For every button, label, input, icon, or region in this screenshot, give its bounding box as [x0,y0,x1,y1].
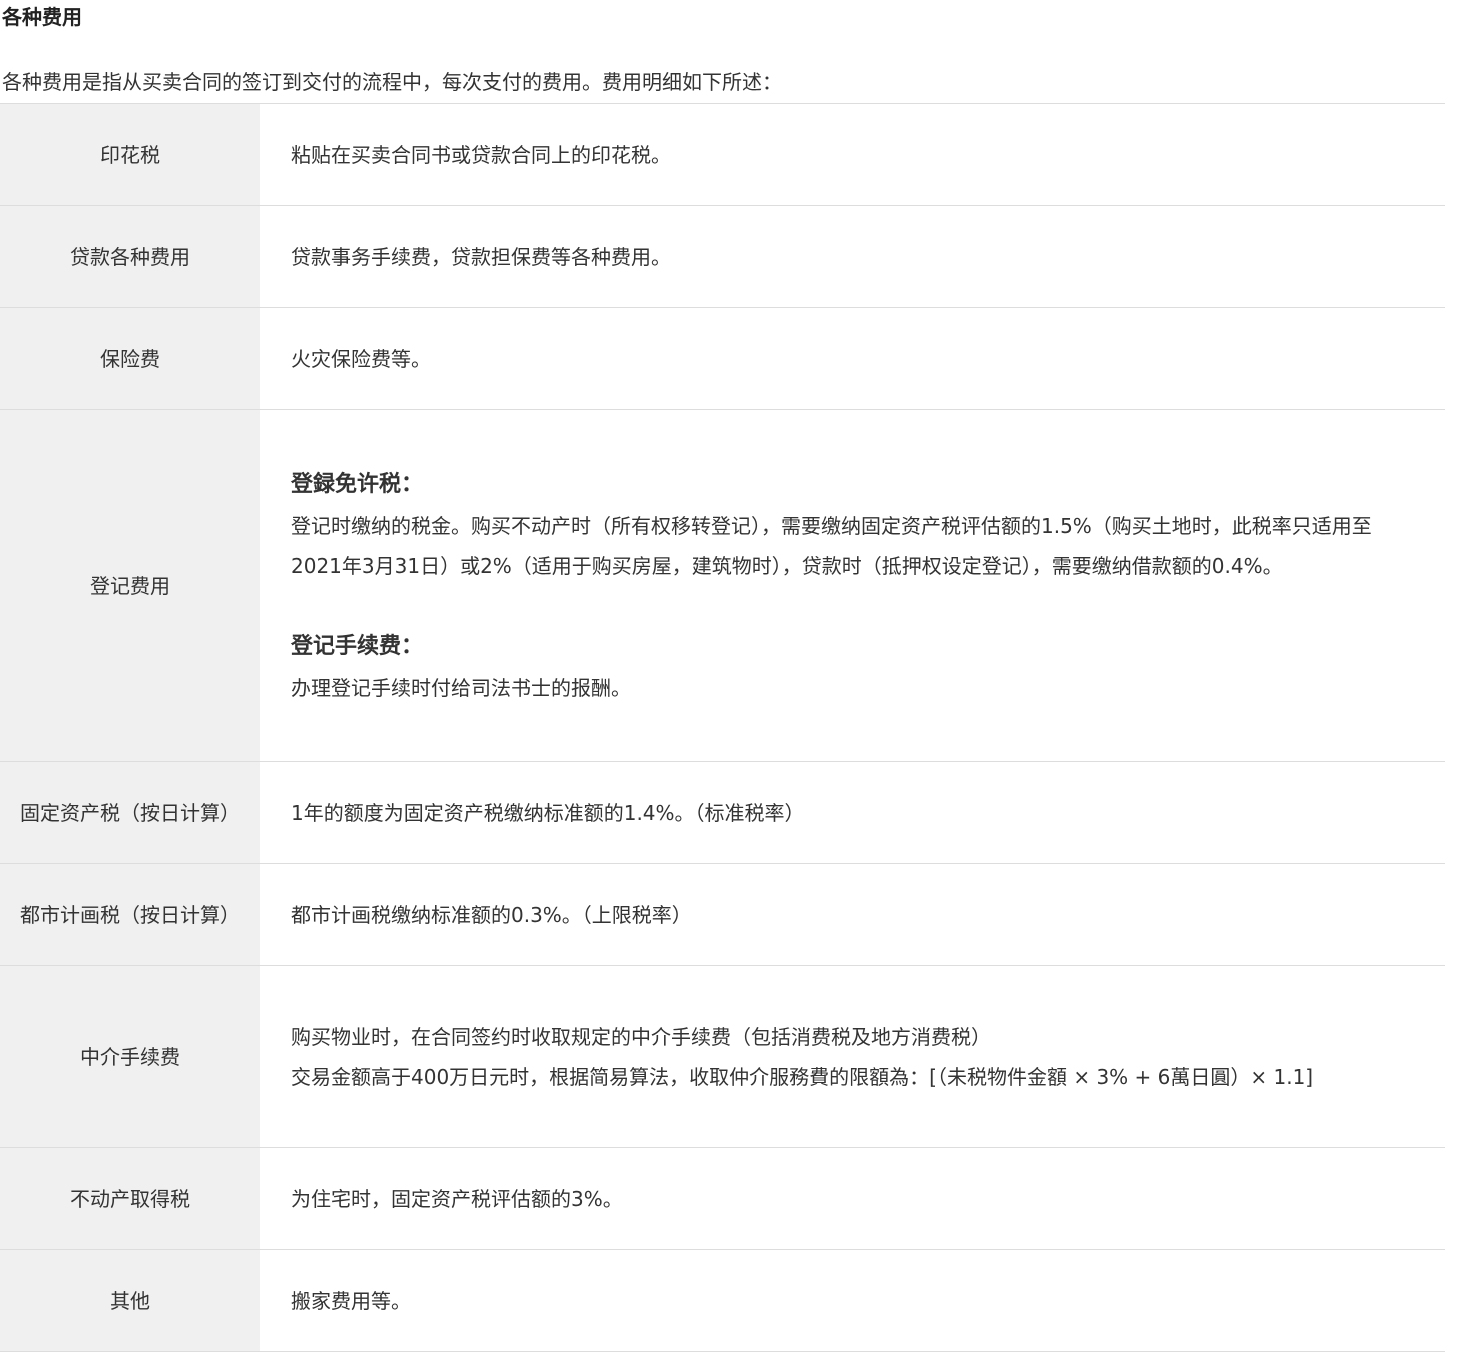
fee-label-property-tax: 固定资产税（按日计算） [0,761,260,864]
table-row: 保险费 火灾保险费等。 [0,307,1445,410]
agent-fee-line-1: 购买物业时，在合同签约时收取规定的中介手续费（包括消费税及地方消费税） [291,1024,991,1049]
table-row: 固定资产税（按日计算） 1年的额度为固定资产税缴纳标准额的1.4%。（标准税率） [0,761,1445,864]
registration-fee-heading: 登记手续费： [291,633,424,659]
fee-table: 印花税 粘贴在买卖合同书或贷款合同上的印花税。 贷款各种费用 贷款事务手续费，贷… [0,103,1445,1352]
registration-tax-text: 登记时缴纳的税金。购买不动产时（所有权移转登记），需要缴纳固定资产税评估额的1.… [291,513,1372,578]
table-row: 都市计画税（按日计算） 都市计画税缴纳标准额的0.3%。（上限税率） [0,863,1445,966]
intro-text: 各种费用是指从买卖合同的签订到交付的流程中，每次支付的费用。费用明细如下所述： [2,70,782,94]
fee-label-acquisition-tax: 不动产取得税 [0,1147,260,1250]
fee-desc-acquisition-tax: 为住宅时，固定资产税评估额的3%。 [260,1147,1445,1250]
table-row: 登记费用 登録免许税： 登记时缴纳的税金。购买不动产时（所有权移转登记），需要缴… [0,409,1445,762]
fee-desc-other: 搬家费用等。 [260,1249,1445,1352]
table-row: 其他 搬家费用等。 [0,1249,1445,1352]
table-row: 不动产取得税 为住宅时，固定资产税评估额的3%。 [0,1147,1445,1250]
fee-desc-stamp-tax: 粘贴在买卖合同书或贷款合同上的印花税。 [260,103,1445,206]
table-row: 中介手续费 购买物业时，在合同签约时收取规定的中介手续费（包括消费税及地方消费税… [0,965,1445,1148]
fee-label-stamp-tax: 印花税 [0,103,260,206]
registration-tax-heading: 登録免许税： [291,471,424,497]
agent-fee-line-2: 交易金额高于400万日元时，根据简易算法，收取仲介服務費的限額為：[（未税物件金… [291,1064,1314,1089]
fee-label-other: 其他 [0,1249,260,1352]
fee-label-registration: 登记费用 [0,409,260,762]
table-row: 印花税 粘贴在买卖合同书或贷款合同上的印花税。 [0,103,1445,206]
fee-label-agent-fee: 中介手续费 [0,965,260,1148]
fee-label-loan-fees: 贷款各种费用 [0,205,260,308]
fee-desc-insurance: 火灾保险费等。 [260,307,1445,410]
table-row: 贷款各种费用 贷款事务手续费，贷款担保费等各种费用。 [0,205,1445,308]
fee-desc-agent-fee: 购买物业时，在合同签约时收取规定的中介手续费（包括消费税及地方消费税） 交易金额… [260,965,1445,1148]
fee-desc-property-tax: 1年的额度为固定资产税缴纳标准额的1.4%。（标准税率） [260,761,1445,864]
registration-fee-text: 办理登记手续时付给司法书士的报酬。 [291,675,631,700]
page-title: 各种费用 [2,5,82,29]
fee-label-insurance: 保险费 [0,307,260,410]
fee-desc-registration: 登録免许税： 登记时缴纳的税金。购买不动产时（所有权移转登记），需要缴纳固定资产… [260,409,1445,762]
fee-label-city-planning-tax: 都市计画税（按日计算） [0,863,260,966]
fee-desc-city-planning-tax: 都市计画税缴纳标准额的0.3%。（上限税率） [260,863,1445,966]
fee-desc-loan-fees: 贷款事务手续费，贷款担保费等各种费用。 [260,205,1445,308]
